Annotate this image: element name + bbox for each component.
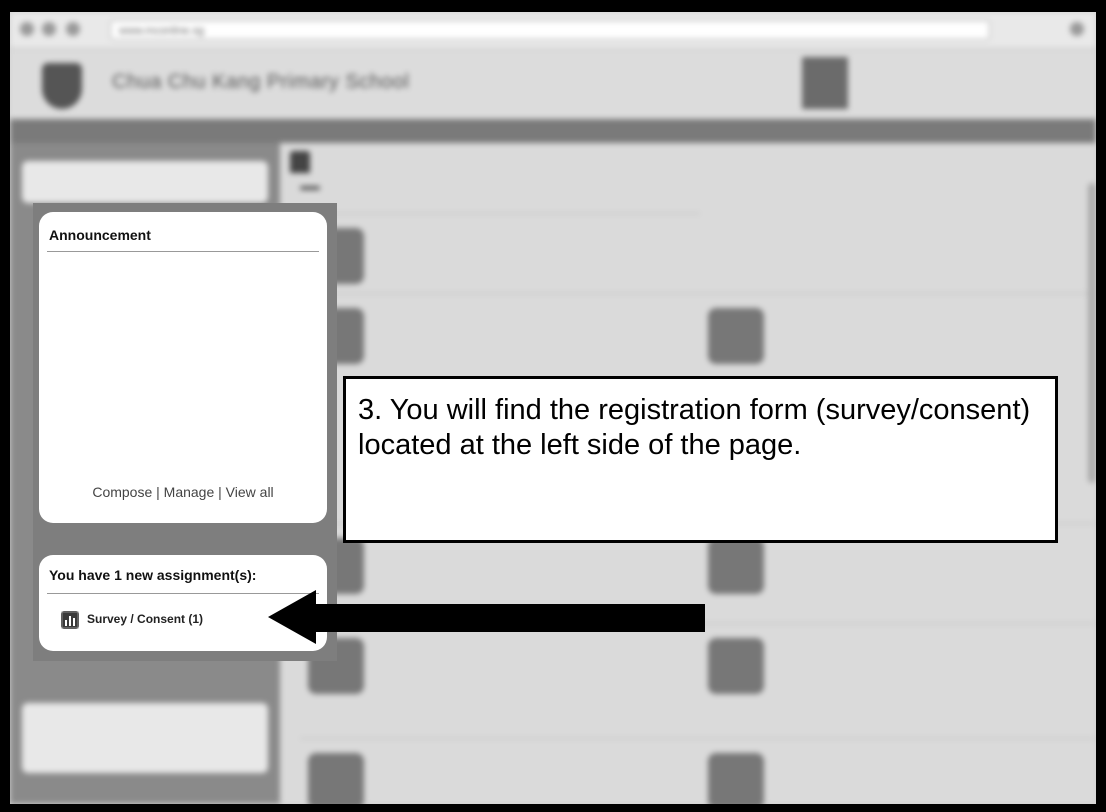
subtab-active[interactable]	[300, 186, 320, 190]
announcement-title: Announcement	[49, 227, 151, 243]
survey-consent-label[interactable]: Survey / Consent (1)	[87, 612, 203, 626]
user-avatar	[802, 57, 848, 109]
browser-toolbar: www.mconline.sg	[10, 12, 1096, 49]
tile-thumbnail	[708, 308, 764, 364]
announcement-box: Announcement Compose | Manage | View all	[39, 212, 327, 523]
forward-icon[interactable]	[42, 22, 56, 36]
tile-thumbnail	[708, 538, 764, 594]
instruction-callout: 3. You will find the registration form (…	[343, 376, 1058, 543]
back-icon[interactable]	[20, 22, 34, 36]
site-header: Chua Chu Kang Primary School	[10, 49, 1096, 119]
address-bar[interactable]: www.mconline.sg	[110, 20, 990, 40]
assignment-title: You have 1 new assignment(s):	[49, 567, 257, 583]
school-crest-icon	[42, 63, 82, 109]
resource-tile[interactable]	[300, 738, 700, 804]
tab-active[interactable]	[290, 151, 310, 173]
resource-tile[interactable]	[700, 623, 1096, 734]
announcement-links[interactable]: Compose | Manage | View all	[39, 484, 327, 500]
reload-icon[interactable]	[66, 22, 80, 36]
instruction-text: 3. You will find the registration form (…	[358, 394, 1031, 461]
bar-chart-icon	[61, 611, 79, 629]
pointer-arrow-icon	[268, 588, 708, 653]
tile-thumbnail	[708, 753, 764, 804]
resource-tile[interactable]	[700, 738, 1096, 804]
main-menu-bar	[10, 119, 1096, 143]
screenshot-frame: www.mconline.sg Chua Chu Kang Primary Sc…	[0, 0, 1106, 812]
sidebar-panel-top	[22, 161, 268, 203]
menu-icon[interactable]	[1070, 22, 1084, 36]
sidebar-panel-bottom	[22, 703, 268, 773]
divider	[47, 251, 319, 252]
page-scrollbar[interactable]	[1088, 183, 1096, 483]
tile-thumbnail	[308, 753, 364, 804]
tile-thumbnail	[708, 638, 764, 694]
school-name: Chua Chu Kang Primary School	[112, 71, 410, 93]
